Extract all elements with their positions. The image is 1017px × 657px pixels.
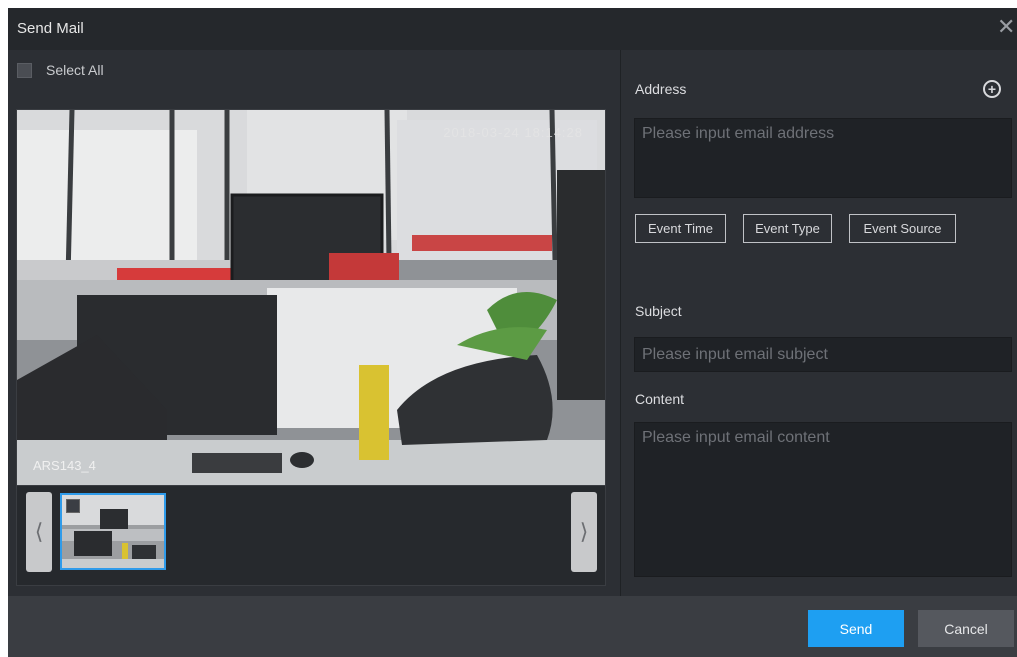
address-label: Address <box>635 81 687 97</box>
add-circle-icon[interactable]: + <box>983 80 1001 98</box>
select-all-label: Select All <box>46 62 104 78</box>
chevron-right-icon[interactable]: ⟩ <box>571 492 597 572</box>
select-all-checkbox[interactable]: Select All <box>17 62 104 78</box>
snapshot-timestamp: 2018-03-24 18:14:28 <box>443 125 583 140</box>
tag-event-time[interactable]: Event Time <box>635 214 726 243</box>
office-scene-image <box>17 110 605 485</box>
thumbnail-checkbox[interactable] <box>66 499 80 513</box>
email-content-field[interactable] <box>634 422 1012 577</box>
dialog-title: Send Mail <box>17 20 84 37</box>
camera-label: ARS143_4 <box>33 458 96 473</box>
checkbox-icon[interactable] <box>17 62 32 78</box>
content-label: Content <box>635 391 685 407</box>
snapshot-image: 2018-03-24 18:14:28 ARS143_4 <box>16 109 606 486</box>
email-address-field[interactable] <box>634 118 1012 198</box>
send-button[interactable]: Send <box>808 610 904 647</box>
email-subject-field[interactable] <box>634 337 1012 372</box>
tag-event-source[interactable]: Event Source <box>849 214 956 243</box>
snapshot-thumbnail[interactable] <box>60 493 166 570</box>
subject-label: Subject <box>635 303 682 319</box>
tag-event-type[interactable]: Event Type <box>743 214 832 243</box>
cancel-button[interactable]: Cancel <box>918 610 1014 647</box>
close-icon[interactable]: ✕ <box>997 16 1017 38</box>
chevron-left-icon[interactable]: ⟨ <box>26 492 52 572</box>
title-bar: Send Mail <box>8 8 1017 50</box>
